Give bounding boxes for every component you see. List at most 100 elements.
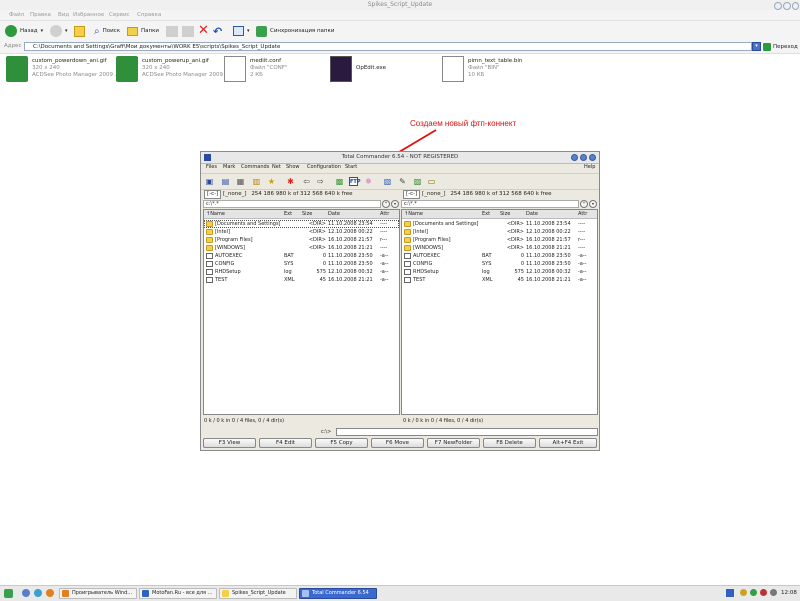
notepad-icon[interactable]: ✎ [398, 177, 407, 186]
tc-minimize-button[interactable] [571, 154, 578, 161]
invert-selection-icon[interactable]: ✱ [286, 177, 295, 186]
multi-rename-icon[interactable]: ▨ [413, 177, 422, 186]
f3-view-button[interactable]: F3 View [203, 438, 256, 448]
forward-button[interactable]: ▾ [50, 24, 68, 38]
address-dropdown-button[interactable]: ▾ [752, 42, 761, 51]
tree-icon[interactable]: ▥ [252, 177, 261, 186]
alt-f4-exit-button[interactable]: Alt+F4 Exit [539, 438, 597, 448]
minimize-button[interactable] [774, 2, 782, 10]
file-row[interactable]: [WINDOWS] <DIR> 16.10.2008 21:21 ---- [204, 244, 399, 252]
left-root-button[interactable]: * [382, 200, 390, 208]
file-item[interactable]: mediit.conf Файл "CONF" 2 КБ [224, 56, 314, 86]
tc-close-button[interactable] [589, 154, 596, 161]
quicklaunch-browser-icon[interactable] [34, 589, 42, 597]
right-file-panel[interactable]: ↑Name Ext Size Date Attr [Documents and … [401, 209, 598, 415]
right-root-button[interactable]: * [580, 200, 588, 208]
menu-view[interactable]: Вид [58, 12, 69, 18]
sync-dirs-icon[interactable]: ▭ [427, 177, 436, 186]
sync-folder-button[interactable]: Синхронизация папки [256, 24, 334, 38]
copy-names-icon[interactable]: ▧ [383, 177, 392, 186]
maximize-button[interactable] [783, 2, 791, 10]
tc-menu-start[interactable]: Start [345, 164, 357, 170]
full-view-icon[interactable]: ▦ [236, 177, 245, 186]
pack-icon[interactable]: ▩ [335, 177, 344, 186]
back-button[interactable]: Назад ▾ [5, 24, 43, 38]
ftp-new-connection-icon[interactable]: ⚛ [364, 177, 373, 186]
col-date[interactable]: Date [526, 210, 538, 218]
file-row[interactable]: TEST XML 45 16.10.2008 21:21 -a-- [402, 276, 597, 284]
start-button[interactable] [4, 589, 13, 598]
views-button[interactable]: ▾ [233, 24, 250, 38]
quicklaunch-desktop-icon[interactable] [22, 589, 30, 597]
col-name[interactable]: ↑Name [404, 210, 423, 218]
right-drive-select[interactable]: [-c-] [403, 190, 421, 199]
col-ext[interactable]: Ext [284, 210, 292, 218]
task-media-player[interactable]: Проигрыватель Wind... [59, 588, 137, 599]
col-attr[interactable]: Attr [578, 210, 587, 218]
tray-language-icon[interactable] [726, 589, 734, 597]
tc-menu-configuration[interactable]: Configuration [307, 164, 341, 170]
col-name[interactable]: ↑Name [206, 210, 225, 218]
file-row[interactable]: AUTOEXEC BAT 0 11.10.2008 23:50 -a-- [402, 252, 597, 260]
thumbnail-icon[interactable]: ★ [267, 177, 276, 186]
undo-button[interactable]: ↶ [213, 24, 222, 38]
file-item[interactable]: pimn_text_table.bin Файл "BIN" 10 КБ [442, 56, 542, 86]
task-motofan[interactable]: MotoFan.Ru - все для ... [139, 588, 217, 599]
left-drive-select[interactable]: [-c-] [204, 190, 222, 199]
menu-tools[interactable]: Сервис [109, 12, 130, 18]
file-row[interactable]: [Documents and Settings] <DIR> 11.10.2008 … [402, 220, 597, 228]
f4-edit-button[interactable]: F4 Edit [259, 438, 312, 448]
col-size[interactable]: Size [500, 210, 510, 218]
tray-icon[interactable] [750, 589, 757, 596]
file-row[interactable]: AUTOEXEC BAT 0 11.10.2008 23:50 -a-- [204, 252, 399, 260]
tc-menu-mark[interactable]: Mark [223, 164, 235, 170]
file-row[interactable]: TEST XML 45 16.10.2008 21:21 -a-- [204, 276, 399, 284]
file-row[interactable]: CONFIG SYS 0 11.10.2008 23:50 -a-- [204, 260, 399, 268]
up-folder-button[interactable] [74, 24, 85, 38]
ftp-connect-icon[interactable]: FTP [349, 177, 361, 186]
tray-icon[interactable] [740, 589, 747, 596]
task-total-commander[interactable]: Total Commander 6.54 [299, 588, 377, 599]
file-row[interactable]: [Intel] <DIR> 12.10.2008 00:22 ---- [204, 228, 399, 236]
tc-menu-help[interactable]: Help [584, 164, 595, 170]
menu-favorites[interactable]: Избранное [73, 12, 104, 18]
tc-maximize-button[interactable] [580, 154, 587, 161]
f6-move-button[interactable]: F6 Move [371, 438, 424, 448]
address-input[interactable]: C:\Documents and Settings\Graff\Мои доку… [24, 42, 752, 51]
left-history-button[interactable]: ▾ [391, 200, 399, 208]
tc-menu-net[interactable]: Net [272, 164, 281, 170]
tc-menu-show[interactable]: Show [286, 164, 300, 170]
file-item[interactable]: OpEdit.exe [330, 56, 420, 86]
volume-icon[interactable] [770, 589, 777, 596]
reread-icon[interactable]: ▣ [205, 177, 214, 186]
search-button[interactable]: ⌕ Поиск [94, 24, 120, 38]
tc-menu-files[interactable]: Files [206, 164, 217, 170]
delete-button[interactable]: ✕ [198, 24, 209, 38]
brief-view-icon[interactable]: ▤ [221, 177, 230, 186]
file-row[interactable]: [Program Files] <DIR> 16.10.2008 21:57 r--- [204, 236, 399, 244]
file-row[interactable]: [Intel] <DIR> 12.10.2008 00:22 ---- [402, 228, 597, 236]
command-input[interactable] [336, 428, 598, 436]
folders-button[interactable]: Папки [127, 24, 159, 38]
right-history-button[interactable]: ▾ [589, 200, 597, 208]
menu-file[interactable]: Файл [9, 12, 24, 18]
file-row[interactable]: RHDSetup log 575 12.10.2008 00:32 -a-- [402, 268, 597, 276]
menu-help[interactable]: Справка [137, 12, 161, 18]
tc-menu-commands[interactable]: Commands [241, 164, 269, 170]
file-item[interactable]: custom_powerdown_ani.gif 320 x 240 ACDSee … [6, 56, 120, 86]
go-button[interactable]: Переход [763, 42, 798, 52]
file-item[interactable]: custom_powerup_ani.gif 320 x 240 ACDSee Ph… [116, 56, 230, 86]
file-row[interactable]: [WINDOWS] <DIR> 16.10.2008 21:21 ---- [402, 244, 597, 252]
back-arrow-icon[interactable]: ⇦ [302, 177, 311, 186]
move-to-button[interactable] [166, 24, 178, 38]
forward-arrow-icon[interactable]: ⇨ [316, 177, 325, 186]
left-file-panel[interactable]: ↑Name Ext Size Date Attr [Documents and … [203, 209, 400, 415]
col-date[interactable]: Date [328, 210, 340, 218]
file-row[interactable]: [Documents and Settings] <DIR> 11.10.2008 … [204, 220, 399, 228]
quicklaunch-firefox-icon[interactable] [46, 589, 54, 597]
menu-edit[interactable]: Правка [30, 12, 51, 18]
f8-delete-button[interactable]: F8 Delete [483, 438, 536, 448]
task-explorer[interactable]: Spikes_Script_Update [219, 588, 297, 599]
col-size[interactable]: Size [302, 210, 312, 218]
col-attr[interactable]: Attr [380, 210, 389, 218]
